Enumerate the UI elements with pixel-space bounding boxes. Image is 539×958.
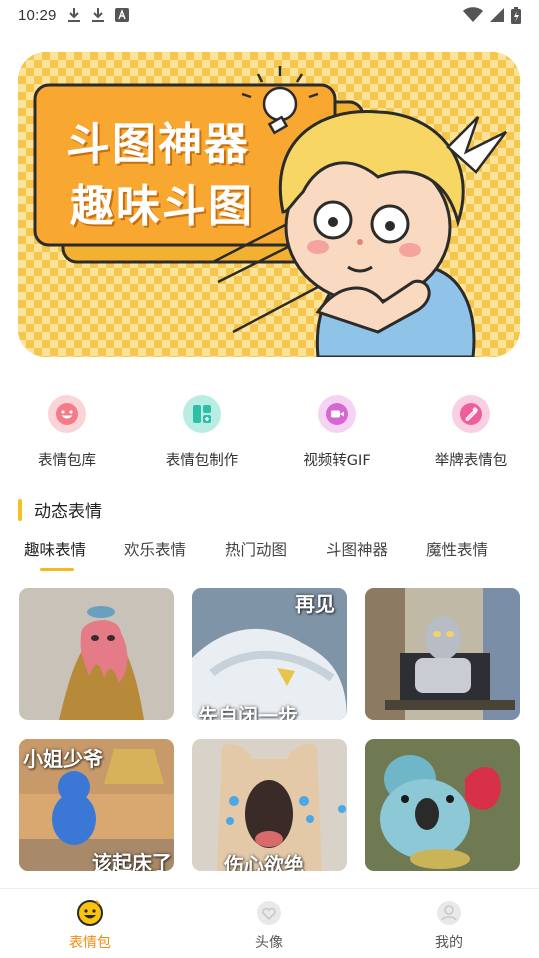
tab-battle[interactable]: 斗图神器	[326, 538, 388, 560]
banner-title-line1: 斗图神器	[66, 119, 250, 170]
emoji-face-icon	[76, 899, 104, 927]
wifi-icon	[463, 7, 483, 23]
heart-icon	[255, 899, 283, 927]
tile-caption-top: 小姐少爷	[23, 747, 103, 771]
quick-entries: 表情包库 表情包制作 视频转GIF 举牌表情包	[0, 395, 539, 475]
tile-caption-bottom: 该起床了	[92, 851, 172, 871]
tab-crazy[interactable]: 魔性表情	[426, 538, 488, 560]
nav-label: 我的	[435, 935, 463, 951]
category-tabs: 趣味表情 欢乐表情 热门动图 斗图神器 魔性表情	[0, 538, 539, 572]
status-time: 10:29	[18, 6, 57, 24]
section-header: 动态表情	[18, 497, 102, 522]
download-icon	[91, 7, 105, 23]
notification-a-icon	[114, 8, 129, 22]
tile-caption-top: 再见	[295, 592, 335, 616]
battery-charging-icon	[511, 6, 521, 24]
tile-caption-bottom: 伤心欲绝	[224, 853, 304, 871]
sign-brush-icon	[452, 395, 490, 433]
nav-label: 表情包	[69, 935, 111, 951]
section-title: 动态表情	[34, 502, 102, 522]
download-icon	[67, 7, 81, 23]
tab-fun[interactable]: 趣味表情	[24, 538, 86, 560]
tab-happy[interactable]: 欢乐表情	[124, 538, 186, 560]
sticker-tile[interactable]	[365, 739, 520, 871]
sticker-tile[interactable]	[365, 588, 520, 720]
signal-icon	[489, 7, 505, 23]
quick-item-label: 表情包制作	[165, 453, 239, 469]
active-tab-indicator	[40, 568, 74, 571]
nav-item-emoji[interactable]: 表情包	[40, 899, 140, 952]
tile-caption-bottom: 先自闭一步	[198, 704, 298, 720]
sticker-tile[interactable]: 小姐少爷 该起床了	[19, 739, 174, 871]
video-icon	[318, 395, 356, 433]
nav-item-avatar[interactable]: 头像	[219, 899, 319, 952]
quick-item-emoji-maker[interactable]: 表情包制作	[142, 395, 262, 470]
banner-title-line2: 趣味斗图	[70, 181, 254, 232]
quick-item-sign-emoji[interactable]: 举牌表情包	[411, 395, 531, 470]
nav-label: 头像	[255, 935, 283, 951]
section-accent-bar	[18, 498, 22, 521]
sticker-tile[interactable]: 再见 先自闭一步	[192, 588, 347, 720]
smiley-icon	[48, 395, 86, 433]
quick-item-label: 举牌表情包	[434, 453, 508, 469]
sticker-tile[interactable]	[19, 588, 174, 720]
tab-hot-gif[interactable]: 热门动图	[225, 538, 287, 560]
quick-item-emoji-library[interactable]: 表情包库	[7, 395, 127, 470]
nav-item-mine[interactable]: 我的	[399, 899, 499, 952]
status-bar: 10:29	[0, 0, 539, 30]
quick-item-label: 视频转GIF	[303, 453, 371, 469]
sticker-tile[interactable]: 伤心欲绝	[192, 739, 347, 871]
grid-make-icon	[183, 395, 221, 433]
quick-item-video-to-gif[interactable]: 视频转GIF	[277, 395, 397, 470]
user-icon	[435, 899, 463, 927]
quick-item-label: 表情包库	[38, 453, 96, 469]
bottom-nav: 表情包 头像 我的	[0, 888, 539, 958]
promo-banner[interactable]: 斗图神器 趣味斗图	[18, 52, 520, 357]
